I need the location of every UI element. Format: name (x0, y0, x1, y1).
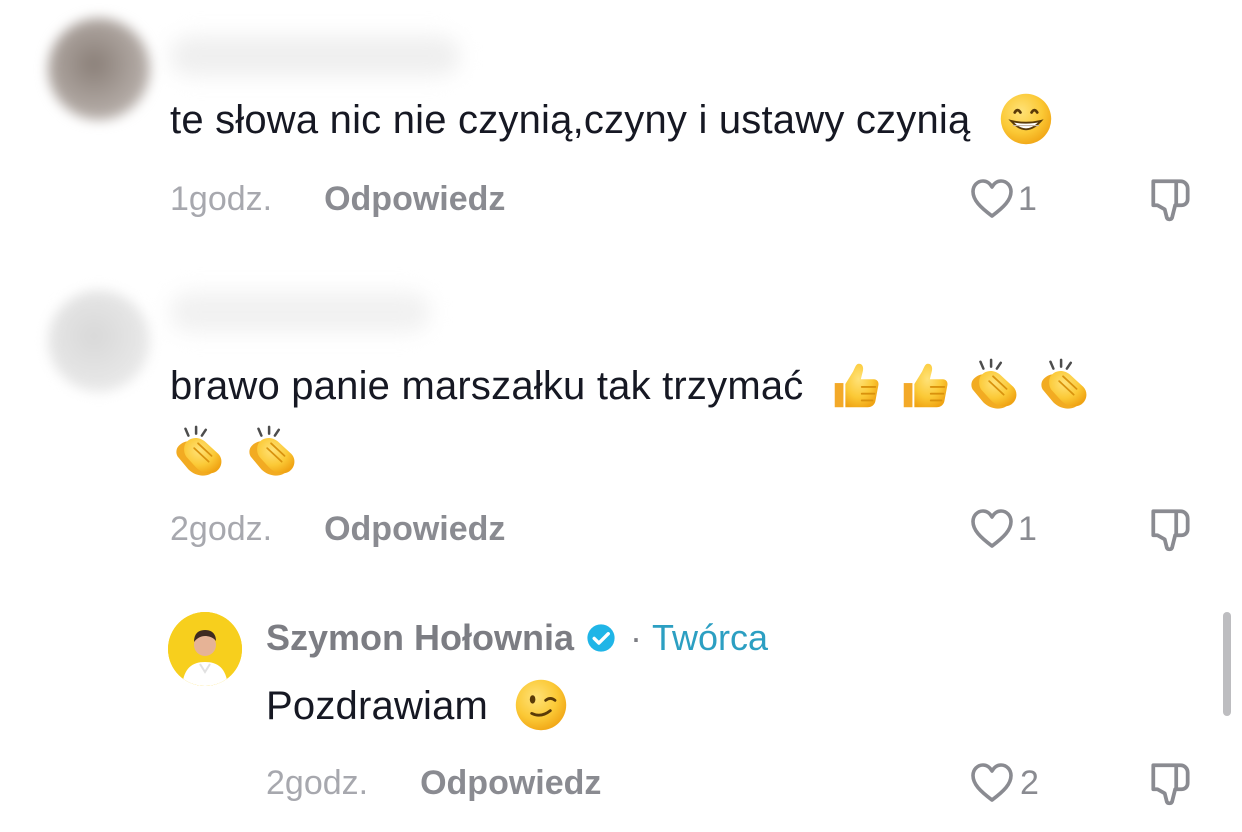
reply-meta: 2godz. Odpowiedz (266, 758, 601, 808)
creator-badge: Twórca (652, 617, 769, 658)
winking-face-icon (513, 677, 569, 733)
timestamp: 2godz. (170, 509, 273, 548)
grinning-face-icon (998, 91, 1054, 147)
clapping-hands-icon (1035, 356, 1093, 414)
avatar[interactable] (48, 18, 150, 120)
comment-meta: 1godz. Odpowiedz (170, 174, 505, 224)
avatar[interactable] (48, 290, 150, 392)
person-photo-icon (168, 612, 242, 686)
like-button[interactable]: 1 (968, 504, 1037, 554)
creator-avatar[interactable] (168, 612, 242, 686)
comment-text: brawo panie marszałku tak trzymać (170, 356, 1210, 416)
username-placeholder[interactable] (170, 292, 430, 332)
reply-button[interactable]: Odpowiedz (420, 764, 601, 803)
reply-button[interactable]: Odpowiedz (324, 510, 505, 549)
like-button[interactable]: 2 (968, 758, 1039, 808)
dislike-icon[interactable] (1146, 504, 1196, 554)
clapping-hands-icon (243, 423, 301, 481)
scrollbar[interactable] (1223, 612, 1231, 716)
heart-icon (968, 505, 1016, 553)
comment-text: te słowa nic nie czynią,czyny i ustawy c… (170, 90, 1054, 150)
like-button[interactable]: 1 (968, 174, 1037, 224)
like-count: 1 (1018, 179, 1037, 218)
thumbs-up-icon (896, 356, 954, 414)
clapping-hands-icon (965, 356, 1023, 414)
dislike-icon[interactable] (1146, 174, 1196, 224)
verified-icon (584, 621, 618, 655)
creator-header: Szymon Hołownia · Twórca (266, 612, 768, 664)
dislike-icon[interactable] (1146, 758, 1196, 808)
reply-button[interactable]: Odpowiedz (324, 180, 505, 219)
like-count: 2 (1020, 763, 1039, 802)
comment-text-continuation (170, 420, 301, 481)
timestamp: 2godz. (266, 763, 369, 802)
heart-icon (968, 759, 1016, 807)
reply-text: Pozdrawiam (266, 676, 569, 736)
clapping-hands-icon (170, 423, 228, 481)
heart-icon (968, 175, 1016, 223)
username-placeholder[interactable] (170, 36, 460, 76)
like-count: 1 (1018, 509, 1037, 548)
separator-dot: · (630, 617, 643, 658)
comment-meta: 2godz. Odpowiedz (170, 504, 505, 554)
timestamp: 1godz. (170, 179, 273, 218)
thumbs-up-icon (827, 356, 885, 414)
creator-name[interactable]: Szymon Hołownia (266, 617, 574, 659)
